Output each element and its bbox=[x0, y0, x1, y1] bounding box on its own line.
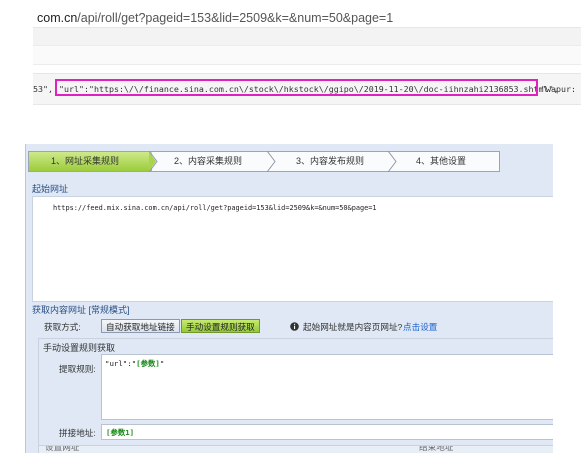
auto-get-links-button[interactable]: 自动获取地址链接 bbox=[101, 319, 180, 333]
method-label: 获取方式: bbox=[44, 322, 81, 332]
manual-rule-panel: 手动设置规则获取 提取规则: "url":"[参数]" 拼接地址: [参数1] … bbox=[38, 338, 553, 453]
json-after: "wapur: bbox=[541, 84, 576, 94]
step-3-publish-rules[interactable]: 3、内容发布规则 bbox=[296, 151, 364, 172]
content-url-title: 获取内容网址 [常规模式] bbox=[32, 305, 130, 315]
start-url-textarea[interactable]: https://feed.mix.sina.com.cn/api/roll/ge… bbox=[32, 196, 553, 302]
rule-textarea[interactable]: "url":"[参数]" bbox=[101, 354, 553, 420]
highlight-box bbox=[55, 79, 538, 96]
browser-band-1 bbox=[33, 27, 581, 46]
step-1-url-rules[interactable]: 1、网址采集规则 bbox=[51, 151, 119, 172]
browser-band-2 bbox=[33, 45, 581, 65]
info-icon bbox=[290, 322, 299, 331]
footer-left-text: 设置网址 bbox=[45, 445, 80, 452]
step-2-content-rules[interactable]: 2、内容采集规则 bbox=[174, 151, 242, 172]
manual-rule-button[interactable]: 手动设置规则获取 bbox=[181, 319, 260, 333]
json-response-line: 53", "url":"https:\/\/finance.sina.com.c… bbox=[33, 73, 581, 105]
start-url-title: 起始网址 bbox=[32, 184, 69, 194]
join-input[interactable]: [参数1] bbox=[101, 424, 553, 440]
url-domain: com.cn bbox=[37, 11, 78, 25]
rule-label: 提取规则: bbox=[59, 364, 96, 374]
manual-panel-title: 手动设置规则获取 bbox=[43, 343, 116, 353]
hint-text: 起始网址就是内容页网址? bbox=[303, 322, 403, 332]
wizard-steps: 1、网址采集规则 2、内容采集规则 3、内容发布规则 4、其他设置 bbox=[26, 144, 553, 182]
rule-param: [参数] bbox=[136, 359, 160, 368]
url-path: /api/roll/get?pageid=153&lid=2509&k=&num… bbox=[77, 11, 394, 25]
join-value: [参数1] bbox=[106, 428, 135, 437]
footer-right-text: 结束地址 bbox=[419, 445, 454, 452]
json-before: 53", bbox=[33, 84, 53, 94]
rule-suffix: " bbox=[159, 359, 165, 368]
rule-value: "url":"[参数]" bbox=[105, 358, 164, 369]
browser-url-text: com.cn/api/roll/get?pageid=153&lid=2509&… bbox=[37, 11, 393, 25]
rule-prefix: "url":" bbox=[105, 359, 137, 368]
cut-footer-row: 设置网址 结束地址 bbox=[39, 445, 553, 453]
step-4-other-settings[interactable]: 4、其他设置 bbox=[416, 151, 466, 172]
click-settings-link[interactable]: 点击设置 bbox=[403, 321, 437, 333]
start-url-value: https://feed.mix.sina.com.cn/api/roll/ge… bbox=[53, 204, 377, 212]
join-label: 拼接地址: bbox=[59, 428, 96, 438]
collector-app: 1、网址采集规则 2、内容采集规则 3、内容发布规则 4、其他设置 起始网址 h… bbox=[25, 144, 553, 453]
